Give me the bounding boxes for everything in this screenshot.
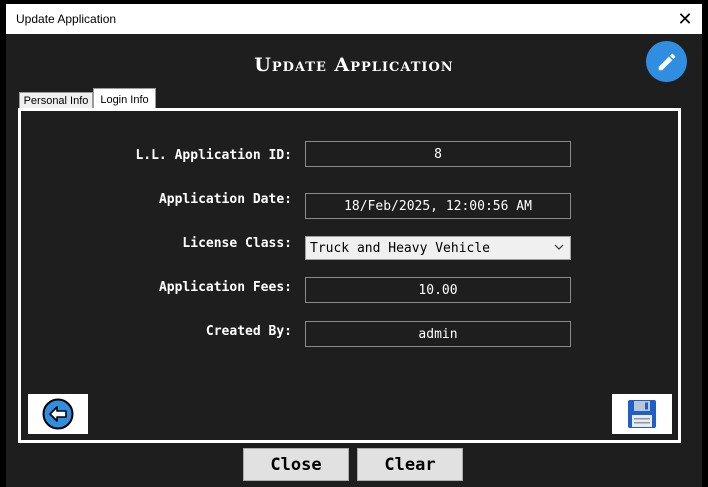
created-by-label: Created By: xyxy=(205,324,292,339)
save-button[interactable] xyxy=(612,394,672,434)
edit-button[interactable] xyxy=(646,41,687,82)
application-fees-label: Application Fees: xyxy=(158,280,292,295)
close-button[interactable]: Close xyxy=(243,448,349,481)
application-date-field[interactable]: 18/Feb/2025, 12:00:56 AM xyxy=(305,193,571,219)
login-info-panel: L.L. Application ID: 8 Application Date:… xyxy=(21,111,678,440)
window-title: Update Application xyxy=(16,12,117,26)
title-bar: Update Application ✕ xyxy=(6,4,702,34)
license-class-select[interactable]: Truck and Heavy Vehicle xyxy=(305,236,571,260)
application-fees-field[interactable]: 10.00 xyxy=(305,277,571,303)
application-id-field[interactable]: 8 xyxy=(305,141,571,167)
pencil-icon xyxy=(658,53,675,70)
tab-panel: L.L. Application ID: 8 Application Date:… xyxy=(18,108,681,443)
close-icon[interactable]: ✕ xyxy=(674,8,696,30)
tab-personal-info[interactable]: Personal Info xyxy=(19,92,93,109)
tab-login-info[interactable]: Login Info xyxy=(93,88,156,110)
floppy-disk-icon xyxy=(628,400,656,428)
clear-button[interactable]: Clear xyxy=(357,448,463,481)
back-button[interactable] xyxy=(28,394,88,434)
application-date-label: Application Date: xyxy=(158,192,292,207)
page-title: Update Application xyxy=(254,54,454,76)
license-class-value: Truck and Heavy Vehicle xyxy=(310,240,491,256)
license-class-label: License Class: xyxy=(182,236,292,251)
chevron-down-icon xyxy=(554,244,564,250)
created-by-field[interactable]: admin xyxy=(305,321,571,347)
back-arrow-icon xyxy=(42,398,74,430)
application-id-label: L.L. Application ID: xyxy=(135,148,292,163)
update-application-window: Update Application ✕ Update Application … xyxy=(6,4,702,487)
